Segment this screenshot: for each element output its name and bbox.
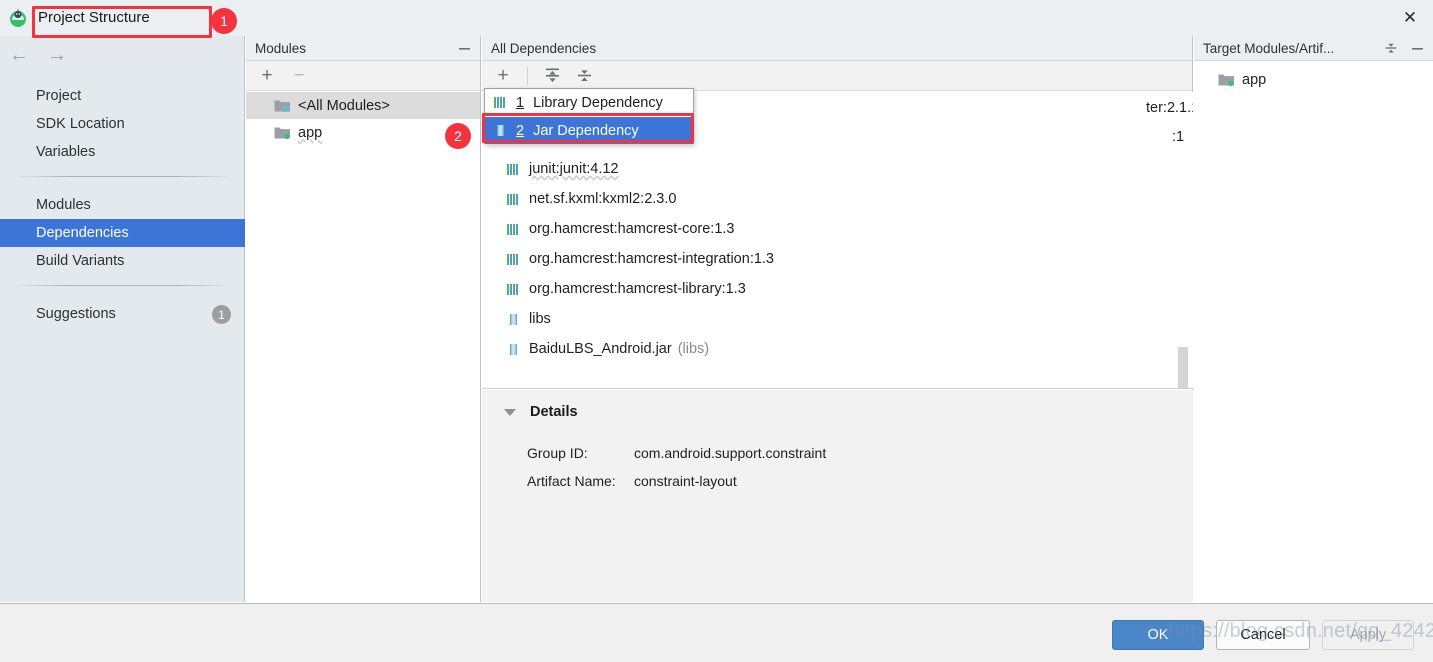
sidebar: ← → Project SDK Location Variables Modul…: [0, 36, 245, 602]
dependency-suffix: (libs): [677, 341, 710, 357]
modules-folder-icon: [274, 98, 291, 113]
sidebar-item-dependencies[interactable]: Dependencies: [0, 219, 245, 247]
sidebar-item-variables[interactable]: Variables: [0, 138, 245, 166]
dependency-label: junit:junit:4.12: [529, 161, 619, 177]
close-icon[interactable]: ✕: [1387, 0, 1433, 36]
add-dependency-popup-menu: 1 Library Dependency 2 Jar Dependency: [484, 88, 694, 144]
target-module-label: app: [1242, 71, 1267, 88]
dependency-label: libs: [529, 311, 551, 327]
dependency-row[interactable]: BaiduLBS_Android.jar (libs): [482, 334, 1193, 364]
expand-all-icon[interactable]: [541, 65, 563, 87]
target-modules-panel: Target Modules/Artif... app: [1194, 36, 1433, 602]
dependency-row[interactable]: junit:junit:4.12: [482, 154, 1193, 184]
details-header: Details: [482, 404, 578, 420]
collapse-all-icon[interactable]: [1382, 40, 1399, 57]
sidebar-item-build-variants[interactable]: Build Variants: [0, 247, 245, 275]
sidebar-item-label: Variables: [36, 144, 96, 160]
tree-row-label: <All Modules>: [298, 97, 390, 114]
module-folder-icon: [274, 125, 291, 140]
sidebar-item-label: Suggestions: [36, 306, 116, 322]
dependencies-scrollbar[interactable]: [1178, 347, 1188, 388]
target-modules-title: Target Modules/Artif...: [1203, 40, 1335, 56]
dependencies-panel-header: All Dependencies: [482, 36, 1192, 61]
hidden-dependency-text-2: :1: [1172, 129, 1185, 145]
modules-panel: Modules + − <All Modules> app: [246, 36, 481, 602]
annotation-marker-1: 1: [211, 8, 237, 34]
jar-icon: [506, 342, 521, 357]
minimize-icon[interactable]: [456, 40, 473, 57]
target-module-row-app[interactable]: app: [1194, 66, 1433, 93]
add-dependency-icon[interactable]: +: [492, 65, 514, 87]
sidebar-item-label: Modules: [36, 197, 91, 213]
navigation-arrows: ← →: [0, 38, 245, 72]
back-icon[interactable]: ←: [0, 40, 38, 70]
dependency-label: org.hamcrest:hamcrest-integration:1.3: [529, 251, 774, 267]
sidebar-item-suggestions[interactable]: Suggestions 1: [0, 300, 245, 328]
android-studio-logo-icon: [8, 8, 28, 28]
jar-icon: [506, 312, 521, 327]
hidden-dependency-text-1: ter:2.1.1: [1146, 100, 1193, 116]
module-folder-icon: [1218, 72, 1235, 87]
sidebar-item-label: Build Variants: [36, 253, 125, 269]
dependency-label: org.hamcrest:hamcrest-core:1.3: [529, 221, 735, 237]
menu-item-label: Library Dependency: [533, 94, 663, 111]
modules-toolbar: + −: [246, 61, 480, 91]
details-pane: Details Group ID: com.android.support.co…: [482, 390, 1193, 602]
library-icon: [506, 282, 521, 297]
sidebar-item-label: Dependencies: [36, 225, 129, 241]
dependency-row[interactable]: org.hamcrest:hamcrest-core:1.3: [482, 214, 1193, 244]
library-icon: [506, 192, 521, 207]
dependency-label: org.hamcrest:hamcrest-library:1.3: [529, 281, 746, 297]
dependency-row[interactable]: org.hamcrest:hamcrest-integration:1.3: [482, 244, 1193, 274]
target-modules-header: Target Modules/Artif...: [1194, 36, 1433, 61]
dependency-row[interactable]: net.sf.kxml:kxml2:2.3.0: [482, 184, 1193, 214]
library-icon: [506, 162, 521, 177]
library-icon: [506, 252, 521, 267]
menu-item-library-dependency[interactable]: 1 Library Dependency: [485, 89, 693, 116]
detail-value-group-id: com.android.support.constraint: [634, 445, 827, 461]
library-icon: [506, 222, 521, 237]
library-icon: [493, 95, 508, 110]
dependency-row[interactable]: libs: [482, 304, 1193, 334]
detail-label-artifact-name: Artifact Name:: [527, 473, 616, 489]
sidebar-divider-1: [18, 176, 228, 177]
sidebar-divider-2: [18, 285, 228, 286]
tree-row-label: app: [298, 124, 323, 141]
dependencies-panel-title: All Dependencies: [491, 40, 597, 56]
menu-item-jar-dependency[interactable]: 2 Jar Dependency: [485, 117, 693, 144]
collapse-all-icon[interactable]: [573, 65, 595, 87]
menu-item-mnemonic: 1: [516, 94, 525, 111]
modules-panel-header: Modules: [246, 36, 480, 61]
menu-item-mnemonic: 2: [516, 122, 525, 139]
detail-value-artifact-name: constraint-layout: [634, 473, 737, 489]
dependencies-toolbar: +: [482, 61, 1192, 91]
sidebar-item-project[interactable]: Project: [0, 82, 245, 110]
sidebar-item-label: Project: [36, 88, 82, 104]
sidebar-item-label: SDK Location: [36, 116, 125, 132]
sidebar-item-sdk-location[interactable]: SDK Location: [0, 110, 245, 138]
watermark: https://blog.csdn.net/qq_42429836: [1168, 620, 1433, 642]
dependency-label: net.sf.kxml:kxml2:2.3.0: [529, 191, 677, 207]
tree-row-all-modules[interactable]: <All Modules>: [246, 92, 480, 119]
dependency-row[interactable]: org.hamcrest:hamcrest-library:1.3: [482, 274, 1193, 304]
detail-label-group-id: Group ID:: [527, 445, 588, 461]
jar-icon: [493, 123, 508, 138]
dependency-label: BaiduLBS_Android.jar: [529, 341, 672, 357]
remove-module-icon[interactable]: −: [288, 65, 310, 87]
sidebar-item-modules[interactable]: Modules: [0, 191, 245, 219]
toolbar-divider: [527, 66, 528, 85]
modules-panel-title: Modules: [255, 40, 307, 56]
menu-item-label: Jar Dependency: [533, 122, 639, 139]
chevron-down-icon[interactable]: [504, 408, 516, 416]
add-module-icon[interactable]: +: [256, 65, 278, 87]
details-title: Details: [530, 404, 578, 420]
suggestions-badge: 1: [212, 305, 231, 324]
project-structure-dialog: Project Structure ✕ ← → Project SDK Loca…: [0, 0, 1433, 662]
page-title: Project Structure: [38, 9, 150, 26]
forward-icon[interactable]: →: [38, 40, 76, 70]
minimize-icon[interactable]: [1409, 40, 1426, 57]
annotation-marker-2: 2: [445, 123, 471, 149]
